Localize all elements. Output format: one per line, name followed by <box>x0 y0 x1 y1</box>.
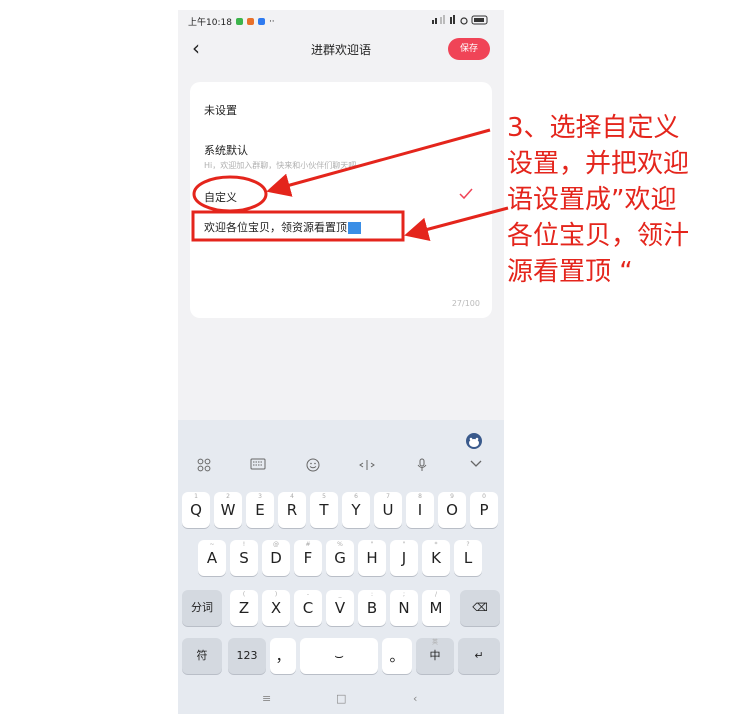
arrow-to-input <box>404 206 509 241</box>
annotation-line: 设置，并把欢迎 <box>507 149 690 179</box>
arrow-to-custom <box>266 128 491 197</box>
annotation-line: 3、选择自定义 <box>507 113 680 143</box>
highlight-custom-ellipse <box>192 175 268 213</box>
highlight-input-box <box>191 210 405 242</box>
instruction-annotation: 3、选择自定义 设置，并把欢迎 语设置成”欢迎 各位宝贝，领汁 源看置顶 “ <box>507 110 739 290</box>
annotation-line: 源看置顶 “ <box>507 257 633 287</box>
annotation-line: 各位宝贝，领汁 <box>507 221 690 251</box>
annotation-overlay <box>191 128 509 242</box>
annotation-line: 语设置成”欢迎 <box>507 185 677 215</box>
